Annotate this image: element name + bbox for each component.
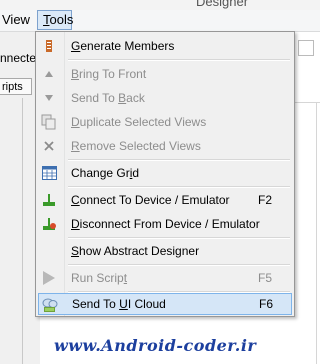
shortcut-label: F2 <box>258 193 273 207</box>
menu-separator <box>68 264 290 266</box>
menu-item-label: Show Abstract Designer <box>71 244 200 258</box>
menu-separator <box>68 186 290 188</box>
divider <box>316 102 317 364</box>
play-icon <box>40 269 58 287</box>
menu-item-label: Run Script <box>71 271 128 285</box>
tools-dropdown-menu: Generate Members Bring To Front Send To … <box>35 31 295 317</box>
menu-item-label: Change Grid <box>71 166 140 180</box>
menu-item-send-to-ui-cloud[interactable]: Send To UI Cloud F6 <box>38 293 292 315</box>
window-title: Designer <box>196 0 249 9</box>
menu-item-run-script[interactable]: Run Script F5 <box>38 267 292 289</box>
menu-item-send-to-back[interactable]: Send To Back <box>38 87 292 109</box>
connect-icon <box>40 191 58 209</box>
menu-tools[interactable]: Tools <box>37 10 74 30</box>
menu-item-show-abstract-designer[interactable]: Show Abstract Designer <box>38 240 292 262</box>
grid-icon <box>40 164 58 182</box>
panel-checkbox[interactable] <box>298 40 314 56</box>
menu-item-bring-to-front[interactable]: Bring To Front <box>38 63 292 85</box>
menu-separator <box>68 237 290 239</box>
menu-separator <box>68 59 290 61</box>
disconnect-icon <box>40 215 58 233</box>
background-left-panel: nnected ripts <box>0 32 43 364</box>
menu-item-label: Send To Back <box>71 91 145 105</box>
menu-item-disconnect-device[interactable]: Disconnect From Device / Emulator <box>38 213 292 235</box>
menu-item-remove-selected-views[interactable]: Remove Selected Views <box>38 135 292 157</box>
menu-view[interactable]: View <box>0 12 35 28</box>
menu-item-label: Duplicate Selected Views <box>71 115 207 129</box>
menu-item-label: Remove Selected Views <box>71 139 201 153</box>
menubar: View Tools <box>0 10 320 32</box>
menu-item-label: Generate Members <box>71 39 175 53</box>
menu-item-label: Bring To Front <box>71 67 147 81</box>
menu-item-label: Connect To Device / Emulator <box>71 193 230 207</box>
menu-item-generate-members[interactable]: Generate Members <box>38 35 292 57</box>
watermark-text: www.Android-coder.ir <box>54 336 257 355</box>
menu-item-duplicate-selected-views[interactable]: Duplicate Selected Views <box>38 111 292 133</box>
background-right-panel <box>294 32 320 364</box>
divider <box>22 98 23 364</box>
menu-separator <box>68 159 290 161</box>
menu-tools-rest: ools <box>49 12 74 27</box>
cloud-icon <box>41 296 59 314</box>
arrow-up-icon <box>40 65 58 83</box>
menu-item-label: Disconnect From Device / Emulator <box>71 217 260 231</box>
tab-scripts[interactable]: ripts <box>0 78 32 95</box>
generate-members-icon <box>40 37 58 55</box>
shortcut-label: F6 <box>259 297 274 311</box>
menu-item-change-grid[interactable]: Change Grid <box>38 162 292 184</box>
remove-icon <box>40 137 58 155</box>
shortcut-label: F5 <box>258 271 273 285</box>
arrow-down-icon <box>40 89 58 107</box>
menu-item-connect-device[interactable]: Connect To Device / Emulator F2 <box>38 189 292 211</box>
duplicate-icon <box>40 113 58 131</box>
menu-item-label: Send To UI Cloud <box>72 297 166 311</box>
